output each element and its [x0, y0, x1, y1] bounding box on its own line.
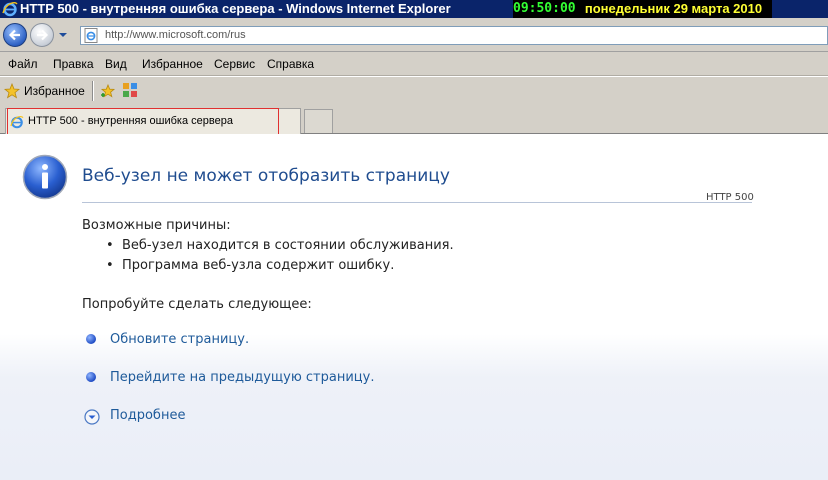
cause-text: Программа веб-узла содержит ошибку. — [122, 258, 395, 273]
cause-item: Веб-узел находится в состоянии обслужива… — [106, 238, 454, 253]
history-dropdown-icon[interactable] — [58, 30, 68, 40]
add-favorite-icon[interactable] — [100, 83, 116, 99]
date-display: понедельник 29 марта 2010 — [575, 0, 772, 18]
menu-file[interactable]: Файл — [8, 57, 38, 71]
error-title: Веб-узел не может отобразить страницу — [82, 166, 450, 186]
ie-page-icon — [10, 115, 24, 129]
tab-bar: HTTP 500 - внутренняя ошибка сервера — [0, 105, 828, 134]
bullet-icon — [86, 372, 96, 382]
window-title: HTTP 500 - внутренняя ошибка сервера - W… — [20, 1, 451, 16]
menu-help[interactable]: Справка — [267, 57, 314, 71]
page-content: Веб-узел не может отобразить страницу HT… — [0, 134, 828, 480]
expand-chevron-icon[interactable] — [84, 409, 100, 425]
more-info-link[interactable]: Подробнее — [110, 408, 185, 423]
info-icon — [22, 154, 68, 200]
ie-logo-icon — [2, 2, 18, 17]
menu-bar: Файл Правка Вид Избранное Сервис Справка — [0, 52, 828, 76]
back-arrow-icon — [8, 29, 20, 41]
menu-view[interactable]: Вид — [105, 57, 127, 71]
tab-label: HTTP 500 - внутренняя ошибка сервера — [28, 115, 233, 127]
title-bar: HTTP 500 - внутренняя ошибка сервера - W… — [0, 0, 828, 18]
previous-page-link[interactable]: Перейдите на предыдущую страницу. — [110, 370, 374, 385]
url-text: http://www.microsoft.com/rus — [105, 29, 246, 41]
refresh-page-link[interactable]: Обновите страницу. — [110, 332, 249, 347]
menu-edit[interactable]: Правка — [53, 57, 94, 71]
favorites-bar: Избранное — [0, 77, 828, 105]
menu-favorites[interactable]: Избранное — [142, 57, 203, 71]
ie-page-icon — [84, 28, 98, 43]
web-slice-gallery-icon[interactable] — [122, 82, 138, 98]
causes-heading: Возможные причины: — [82, 218, 231, 233]
tab-http-500[interactable]: HTTP 500 - внутренняя ошибка сервера — [5, 108, 301, 134]
address-bar: http://www.microsoft.com/rus — [0, 18, 828, 52]
forward-button[interactable] — [30, 23, 54, 47]
new-tab-button[interactable] — [304, 109, 333, 133]
favorites-star-icon[interactable] — [4, 83, 20, 99]
menu-tools[interactable]: Сервис — [214, 57, 255, 71]
cause-text: Веб-узел находится в состоянии обслужива… — [122, 238, 454, 253]
try-heading: Попробуйте сделать следующее: — [82, 297, 312, 312]
toolbar-separator — [92, 81, 94, 101]
title-divider — [82, 202, 752, 203]
bullet-icon — [86, 334, 96, 344]
content-background — [0, 334, 828, 480]
favorites-button-label[interactable]: Избранное — [24, 84, 85, 98]
forward-arrow-icon — [37, 29, 49, 41]
clock: 09:50:00 — [513, 0, 576, 18]
cause-item: Программа веб-узла содержит ошибку. — [106, 258, 395, 273]
back-button[interactable] — [3, 23, 27, 47]
address-input[interactable]: http://www.microsoft.com/rus — [80, 26, 828, 45]
